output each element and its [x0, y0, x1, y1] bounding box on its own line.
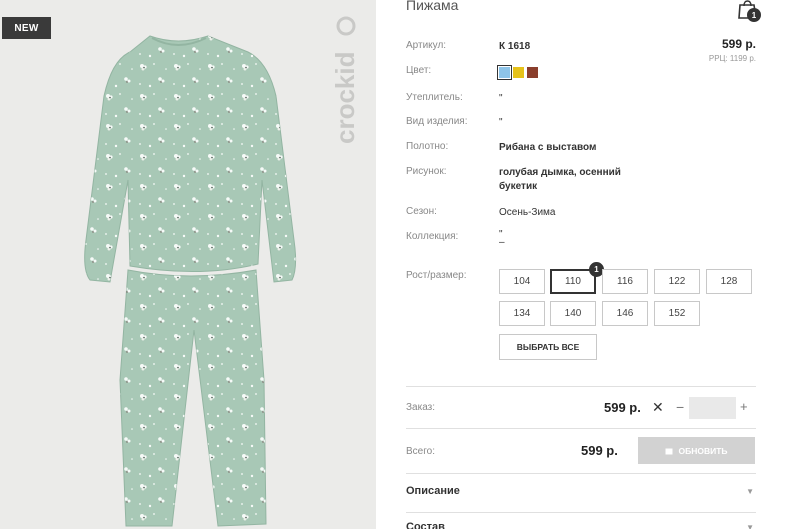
color-swatch-brown[interactable] [527, 67, 538, 78]
accordion-description[interactable]: Описание ▼ [406, 485, 756, 505]
color-swatch-blue[interactable] [497, 65, 512, 80]
divider [406, 428, 756, 429]
size-option[interactable]: 146 [602, 301, 648, 326]
brand-logo: crockid [330, 16, 360, 145]
size-option[interactable]: 104 [499, 269, 545, 294]
size-option[interactable]: 134 [499, 301, 545, 326]
divider [406, 473, 756, 474]
update-button-label: ОБНОВИТЬ [678, 445, 728, 456]
divider [406, 386, 756, 387]
product-price: 599 р. [721, 37, 756, 51]
cart-count-badge: 1 [747, 8, 761, 22]
order-label: Заказ: [406, 402, 436, 413]
new-badge: NEW [2, 17, 51, 39]
size-option[interactable]: 116 [602, 269, 648, 294]
decrease-qty-button[interactable]: − [676, 398, 686, 416]
recommended-price: РРЦ: 1199 р. [708, 54, 756, 63]
chevron-down-icon: ▼ [746, 523, 754, 529]
product-title: Пижама [406, 0, 459, 13]
chevron-down-icon: ▼ [746, 487, 754, 496]
remove-icon[interactable]: ✕ [652, 400, 664, 414]
product-details: Пижама 1 599 р. РРЦ: 1199 р. Артикул: К … [406, 0, 761, 529]
color-swatches [497, 65, 538, 80]
pajama-image [84, 35, 297, 527]
divider [406, 512, 756, 513]
select-all-button[interactable]: ВЫБРАТЬ ВСЕ [499, 334, 597, 360]
cart-small-icon [665, 448, 673, 454]
quantity-input[interactable] [689, 397, 736, 419]
size-option[interactable]: 140 [550, 301, 596, 326]
accordion-composition[interactable]: Состав ▼ [406, 521, 756, 529]
order-price: 599 р. [604, 400, 641, 415]
color-swatch-yellow[interactable] [513, 67, 524, 78]
total-price: 599 р. [581, 443, 618, 458]
size-option[interactable]: 122 [654, 269, 700, 294]
size-option[interactable]: 152 [654, 301, 700, 326]
product-photo[interactable]: NEW crockid [0, 0, 376, 529]
size-option[interactable]: 128 [706, 269, 752, 294]
total-label: Всего: [406, 446, 435, 457]
update-button[interactable]: ОБНОВИТЬ [638, 437, 755, 464]
increase-qty-button[interactable]: + [740, 398, 752, 416]
svg-text:crockid: crockid [330, 52, 360, 145]
